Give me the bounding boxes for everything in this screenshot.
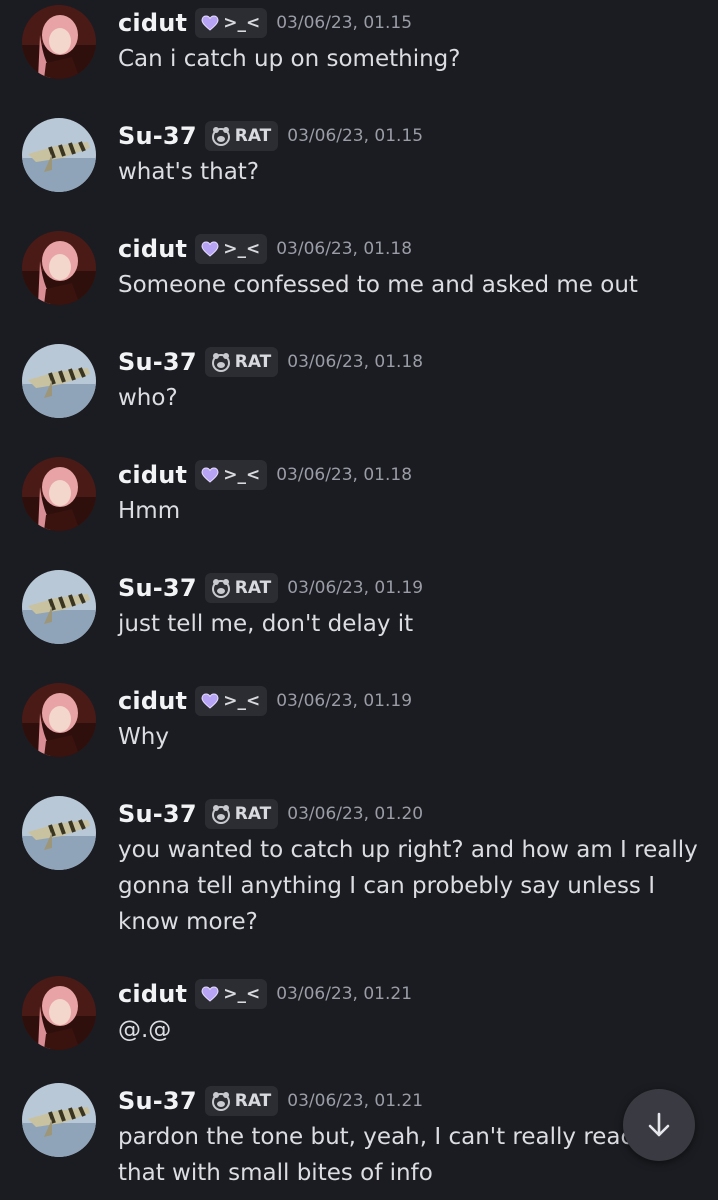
message-text: Why xyxy=(118,719,698,755)
timestamp: 03/06/23, 01.18 xyxy=(287,352,424,372)
username[interactable]: cidut xyxy=(118,980,187,1008)
message-text: pardon the tone but, yeah, I can't reall… xyxy=(118,1119,698,1191)
message-line: Why xyxy=(118,724,169,750)
message-line: know more? xyxy=(118,909,258,935)
heart-icon xyxy=(201,986,219,1002)
message-line: Someone confessed to me and asked me out xyxy=(118,272,638,298)
message-header: Su-37 RAT 03/06/23, 01.18 xyxy=(118,344,423,380)
username[interactable]: cidut xyxy=(118,687,187,715)
user-tag-label: >_< xyxy=(223,13,261,33)
avatar-su-37[interactable] xyxy=(22,344,96,418)
avatar-cidut[interactable] xyxy=(22,231,96,305)
user-tag[interactable]: >_< xyxy=(195,686,268,716)
heart-icon xyxy=(201,693,219,709)
user-tag[interactable]: RAT xyxy=(204,347,279,377)
heart-icon xyxy=(201,467,219,483)
message-header: cidut >_< 03/06/23, 01.19 xyxy=(118,683,412,719)
message-text: Can i catch up on something? xyxy=(118,41,698,77)
rat-icon xyxy=(211,579,230,598)
message-line: who? xyxy=(118,385,178,411)
user-tag-label: RAT xyxy=(234,578,272,598)
username[interactable]: Su-37 xyxy=(118,1087,197,1115)
avatar-su-37[interactable] xyxy=(22,1083,96,1157)
user-tag[interactable]: RAT xyxy=(204,799,279,829)
message-text: Someone confessed to me and asked me out xyxy=(118,267,698,303)
message-header: Su-37 RAT 03/06/23, 01.19 xyxy=(118,570,423,606)
username[interactable]: Su-37 xyxy=(118,574,197,602)
user-tag[interactable]: >_< xyxy=(195,460,268,490)
message-header: cidut >_< 03/06/23, 01.18 xyxy=(118,231,412,267)
avatar-su-37[interactable] xyxy=(22,796,96,870)
message-text: who? xyxy=(118,380,698,416)
message-text: just tell me, don't delay it xyxy=(118,606,698,642)
username[interactable]: Su-37 xyxy=(118,348,197,376)
username[interactable]: Su-37 xyxy=(118,800,197,828)
message-line: that with small bites of info xyxy=(118,1160,433,1186)
heart-icon xyxy=(201,15,219,31)
message-line: what's that? xyxy=(118,159,260,185)
user-tag[interactable]: >_< xyxy=(195,979,268,1009)
message-text: @.@ xyxy=(118,1012,698,1048)
timestamp: 03/06/23, 01.19 xyxy=(287,578,424,598)
message-header: cidut >_< 03/06/23, 01.18 xyxy=(118,457,412,493)
timestamp: 03/06/23, 01.20 xyxy=(287,804,424,824)
message-line: Can i catch up on something? xyxy=(118,46,461,72)
heart-icon xyxy=(201,241,219,257)
user-tag-label: RAT xyxy=(234,804,272,824)
message-line: @.@ xyxy=(118,1017,172,1043)
user-tag-label: >_< xyxy=(223,691,261,711)
arrow-down-icon xyxy=(648,1112,670,1137)
user-tag-label: >_< xyxy=(223,984,261,1004)
avatar-su-37[interactable] xyxy=(22,118,96,192)
message-line: you wanted to catch up right? and how am… xyxy=(118,837,698,863)
timestamp: 03/06/23, 01.18 xyxy=(276,239,413,259)
rat-icon xyxy=(211,805,230,824)
avatar-cidut[interactable] xyxy=(22,457,96,531)
avatar-su-37[interactable] xyxy=(22,570,96,644)
message-line: Hmm xyxy=(118,498,181,524)
username[interactable]: Su-37 xyxy=(118,122,197,150)
user-tag[interactable]: >_< xyxy=(195,234,268,264)
user-tag[interactable]: RAT xyxy=(204,573,279,603)
user-tag-label: >_< xyxy=(223,239,261,259)
user-tag[interactable]: RAT xyxy=(204,1086,279,1116)
timestamp: 03/06/23, 01.15 xyxy=(287,126,424,146)
message-text: what's that? xyxy=(118,154,698,190)
rat-icon xyxy=(211,127,230,146)
message-header: Su-37 RAT 03/06/23, 01.20 xyxy=(118,796,423,832)
timestamp: 03/06/23, 01.15 xyxy=(276,13,413,33)
avatar-cidut[interactable] xyxy=(22,683,96,757)
timestamp: 03/06/23, 01.18 xyxy=(276,465,413,485)
user-tag-label: RAT xyxy=(234,1091,272,1111)
timestamp: 03/06/23, 01.21 xyxy=(276,984,413,1004)
username[interactable]: cidut xyxy=(118,9,187,37)
timestamp: 03/06/23, 01.21 xyxy=(287,1091,424,1111)
user-tag-label: RAT xyxy=(234,126,272,146)
chat-message-list[interactable]: cidut >_< 03/06/23, 01.15 Can i catch up… xyxy=(0,0,718,1200)
user-tag[interactable]: >_< xyxy=(195,8,268,38)
timestamp: 03/06/23, 01.19 xyxy=(276,691,413,711)
username[interactable]: cidut xyxy=(118,235,187,263)
user-tag-label: >_< xyxy=(223,465,261,485)
user-tag-label: RAT xyxy=(234,352,272,372)
rat-icon xyxy=(211,353,230,372)
message-line: just tell me, don't delay it xyxy=(118,611,414,637)
message-text: you wanted to catch up right? and how am… xyxy=(118,832,698,940)
scroll-to-bottom-button[interactable] xyxy=(623,1089,695,1161)
avatar-cidut[interactable] xyxy=(22,5,96,79)
message-header: Su-37 RAT 03/06/23, 01.15 xyxy=(118,118,423,154)
message-header: Su-37 RAT 03/06/23, 01.21 xyxy=(118,1083,423,1119)
rat-icon xyxy=(211,1092,230,1111)
message-header: cidut >_< 03/06/23, 01.21 xyxy=(118,976,412,1012)
message-line: gonna tell anything I can probebly say u… xyxy=(118,873,656,899)
username[interactable]: cidut xyxy=(118,461,187,489)
message-text: Hmm xyxy=(118,493,698,529)
message-header: cidut >_< 03/06/23, 01.15 xyxy=(118,5,412,41)
avatar-cidut[interactable] xyxy=(22,976,96,1050)
user-tag[interactable]: RAT xyxy=(204,121,279,151)
message-line: pardon the tone but, yeah, I can't reall… xyxy=(118,1124,634,1150)
